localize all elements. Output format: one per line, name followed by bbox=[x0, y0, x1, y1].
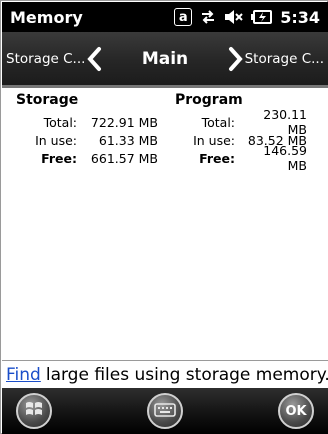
program-free-row: Free: 146.59 MB bbox=[175, 143, 307, 173]
status-icons: a 5:34 bbox=[174, 8, 320, 27]
nav-next-button[interactable]: Storage C... bbox=[228, 46, 328, 72]
program-inuse-label: In use: bbox=[193, 132, 235, 148]
program-free-label: Free: bbox=[199, 150, 235, 166]
storage-inuse-row: In use: 61.33 MB bbox=[16, 131, 158, 149]
input-mode-icon: a bbox=[174, 8, 193, 26]
page-title: Main bbox=[141, 48, 189, 69]
storage-total-value: 722.91 MB bbox=[90, 114, 158, 130]
storage-inuse-value: 61.33 MB bbox=[98, 132, 158, 148]
program-total-row: Total: 230.11 MB bbox=[175, 107, 307, 137]
device-screen: Memory a 5:34 Storage C... Main Storage … bbox=[0, 0, 328, 434]
keyboard-button[interactable] bbox=[147, 393, 183, 429]
page-navigation-bar: Storage C... Main Storage C... bbox=[2, 32, 328, 88]
windows-start-icon bbox=[24, 399, 44, 423]
program-title: Program bbox=[175, 92, 243, 108]
status-bar: Memory a 5:34 bbox=[2, 2, 328, 32]
storage-free-value: 661.57 MB bbox=[90, 150, 158, 166]
clock-time[interactable]: 5:34 bbox=[280, 8, 320, 27]
program-free-value: 146.59 MB bbox=[263, 143, 307, 173]
storage-inuse-label: In use: bbox=[35, 132, 77, 148]
soft-key-bar: OK bbox=[2, 388, 328, 434]
keyboard-icon bbox=[154, 402, 176, 421]
program-section: Program Total: 230.11 MB In use: 83.52 M… bbox=[175, 88, 307, 173]
find-link[interactable]: Find bbox=[6, 365, 41, 385]
storage-title: Storage bbox=[16, 92, 79, 108]
battery-charging-icon[interactable] bbox=[251, 8, 273, 26]
ok-button[interactable]: OK bbox=[278, 393, 314, 429]
nav-prev-label: Storage C... bbox=[6, 50, 86, 67]
nav-next-label: Storage C... bbox=[244, 50, 324, 67]
memory-content: Storage Total: 722.91 MB In use: 61.33 M… bbox=[2, 88, 328, 360]
find-large-files-bar: Find large files using storage memory. bbox=[2, 360, 328, 388]
storage-free-row: Free: 661.57 MB bbox=[16, 149, 158, 167]
storage-free-label: Free: bbox=[41, 150, 77, 166]
storage-section: Storage Total: 722.91 MB In use: 61.33 M… bbox=[16, 88, 158, 167]
start-button[interactable] bbox=[16, 393, 52, 429]
program-total-label: Total: bbox=[201, 114, 235, 130]
speaker-muted-icon[interactable] bbox=[224, 8, 244, 26]
chevron-right-icon bbox=[227, 46, 245, 72]
storage-total-row: Total: 722.91 MB bbox=[16, 113, 158, 131]
storage-total-label: Total: bbox=[43, 114, 77, 130]
sync-arrows-icon[interactable] bbox=[199, 8, 217, 26]
nav-prev-button[interactable]: Storage C... bbox=[2, 46, 102, 72]
find-description: large files using storage memory. bbox=[45, 364, 328, 385]
app-title: Memory bbox=[10, 7, 83, 27]
